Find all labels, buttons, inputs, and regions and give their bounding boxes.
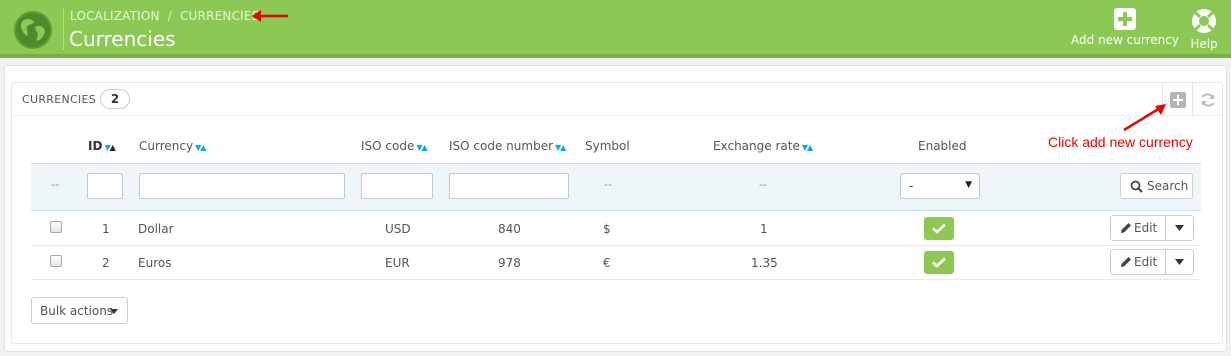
filter-symbol-placeholder: -- xyxy=(604,178,612,191)
sort-arrows-icon[interactable]: ▼▲ xyxy=(555,143,566,152)
filter-row: -- -- -- - ▼ Search xyxy=(31,163,1201,211)
filter-rate-placeholder: -- xyxy=(759,178,767,191)
filter-checkbox-placeholder: -- xyxy=(51,178,59,191)
edit-label: Edit xyxy=(1134,255,1158,269)
breadcrumb-currencies[interactable]: CURRENCIES xyxy=(180,9,260,23)
edit-button-group: Edit xyxy=(1110,249,1194,275)
table-row[interactable]: 2 Euros EUR 978 € 1.35 Edit xyxy=(31,246,1201,280)
cell-iso-number: 978 xyxy=(498,256,521,270)
edit-dropdown-toggle[interactable] xyxy=(1166,216,1193,240)
row-checkbox[interactable] xyxy=(50,221,62,233)
edit-button[interactable]: Edit xyxy=(1111,250,1166,274)
breadcrumb: LOCALIZATION / CURRENCIES xyxy=(70,9,259,23)
col-header-id[interactable]: ID ▼▲ xyxy=(88,139,116,153)
cell-symbol: € xyxy=(603,256,611,270)
col-header-currency[interactable]: Currency ▼▲ xyxy=(139,139,206,153)
help-button[interactable]: Help xyxy=(1184,7,1224,51)
edit-button-group: Edit xyxy=(1110,215,1194,241)
page-header: LOCALIZATION / CURRENCIES Currencies Add n… xyxy=(0,0,1231,58)
panel-title: CURRENCIES xyxy=(22,93,97,106)
cell-id: 2 xyxy=(102,256,110,270)
filter-currency-input[interactable] xyxy=(139,173,345,199)
count-badge: 2 xyxy=(100,89,130,109)
pencil-icon xyxy=(1121,223,1131,233)
col-header-exchange-rate[interactable]: Exchange rate ▼▲ xyxy=(713,139,813,153)
sort-arrows-icon[interactable]: ▼▲ xyxy=(104,143,115,152)
sort-arrows-icon[interactable]: ▼▲ xyxy=(416,143,427,152)
col-label-currency: Currency xyxy=(139,139,194,153)
help-label: Help xyxy=(1190,37,1218,51)
plus-square-icon xyxy=(1114,8,1136,30)
filter-id-input[interactable] xyxy=(87,173,123,199)
search-label: Search xyxy=(1147,179,1189,193)
header-divider xyxy=(63,8,64,50)
add-new-currency-button[interactable]: Add new currency xyxy=(1070,7,1180,47)
filter-enabled-value: - xyxy=(909,179,914,193)
cell-exchange-rate: 1 xyxy=(760,222,768,236)
filter-iso-number-input[interactable] xyxy=(449,173,569,199)
col-label-iso-code: ISO code xyxy=(361,139,415,153)
search-button[interactable]: Search xyxy=(1120,173,1193,199)
annotation-arrow-breadcrumb xyxy=(252,10,288,22)
cell-exchange-rate: 1.35 xyxy=(751,256,778,270)
check-icon xyxy=(932,257,946,268)
cell-iso-code: EUR xyxy=(385,256,410,270)
sort-arrows-icon[interactable]: ▼▲ xyxy=(195,143,206,152)
cell-currency: Euros xyxy=(138,256,172,270)
cell-currency: Dollar xyxy=(138,222,174,236)
row-checkbox[interactable] xyxy=(50,255,62,267)
col-header-iso-code[interactable]: ISO code ▼▲ xyxy=(361,139,428,153)
globe-icon xyxy=(14,11,52,49)
annotation-arrow-add xyxy=(1123,104,1166,132)
panel-refresh-button[interactable] xyxy=(1192,83,1222,116)
table-header: ID ▼▲ Currency ▼▲ ISO code ▼▲ ISO code numb… xyxy=(26,136,1201,160)
caret-down-icon xyxy=(1175,225,1184,231)
sort-arrows-icon[interactable]: ▼▲ xyxy=(802,143,813,152)
cell-symbol: $ xyxy=(603,222,611,236)
edit-button[interactable]: Edit xyxy=(1111,216,1166,240)
chevron-down-icon: ▼ xyxy=(965,180,972,190)
col-header-enabled: Enabled xyxy=(918,139,967,153)
pencil-icon xyxy=(1121,257,1131,267)
table-row[interactable]: 1 Dollar USD 840 $ 1 Edit xyxy=(31,212,1201,246)
cell-iso-code: USD xyxy=(385,222,411,236)
caret-down-icon xyxy=(1175,259,1184,265)
cell-iso-number: 840 xyxy=(498,222,521,236)
col-label-id: ID xyxy=(88,139,103,153)
enabled-toggle[interactable] xyxy=(924,217,954,240)
cell-id: 1 xyxy=(102,222,110,236)
edit-dropdown-toggle[interactable] xyxy=(1166,250,1193,274)
caret-down-icon xyxy=(110,309,118,314)
panel-heading: CURRENCIES 2 xyxy=(12,83,1222,116)
check-icon xyxy=(932,223,946,234)
col-label-iso-number: ISO code number xyxy=(449,139,554,153)
page-title: Currencies xyxy=(69,27,176,51)
bulk-actions-label: Bulk actions xyxy=(40,304,114,318)
col-header-symbol: Symbol xyxy=(585,139,630,153)
col-header-iso-number[interactable]: ISO code number ▼▲ xyxy=(449,139,566,153)
enabled-toggle[interactable] xyxy=(924,251,954,274)
bulk-actions-button[interactable]: Bulk actions xyxy=(31,297,128,324)
add-new-currency-label: Add new currency xyxy=(1071,33,1179,47)
lifebuoy-icon xyxy=(1192,9,1216,33)
edit-label: Edit xyxy=(1134,221,1158,235)
breadcrumb-separator: / xyxy=(167,9,172,23)
filter-iso-code-input[interactable] xyxy=(361,173,433,199)
filter-enabled-select[interactable]: - ▼ xyxy=(900,173,980,199)
refresh-icon xyxy=(1201,93,1215,107)
search-icon xyxy=(1130,180,1143,193)
add-icon xyxy=(1170,92,1186,108)
col-label-exchange-rate: Exchange rate xyxy=(713,139,800,153)
breadcrumb-localization[interactable]: LOCALIZATION xyxy=(70,9,160,23)
